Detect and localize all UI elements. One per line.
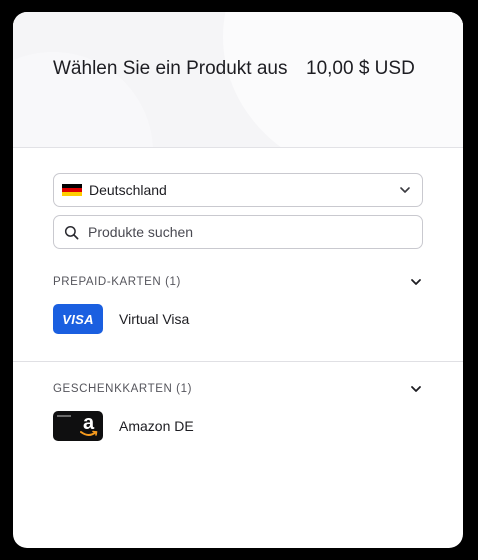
amazon-logo-icon: a [53,411,103,441]
germany-flag-icon [62,184,82,196]
chevron-down-icon [411,386,421,392]
country-select[interactable]: Deutschland [53,173,423,207]
country-select-value: Deutschland [89,182,167,198]
section-divider [13,361,463,362]
amount-label: 10,00 $ USD [306,58,415,79]
search-input[interactable] [88,224,408,240]
card-header: Wählen Sie ein Produkt aus 10,00 $ USD [13,12,463,148]
logo-decoration [57,415,71,417]
product-name: Virtual Visa [119,311,190,327]
search-field[interactable] [53,215,423,249]
section-title: GESCHENKKARTEN (1) [53,383,193,395]
chevron-down-icon [411,279,421,285]
search-icon [64,225,79,239]
product-item-amazon-de[interactable]: a Amazon DE [53,410,423,442]
product-item-virtual-visa[interactable]: VISA Virtual Visa [53,303,423,335]
visa-logo-icon: VISA [53,304,103,334]
section-toggle-gift-cards[interactable]: GESCHENKKARTEN (1) [53,379,423,399]
section-toggle-prepaid-cards[interactable]: PREPAID-KARTEN (1) [53,272,423,292]
product-selection-card: Wählen Sie ein Produkt aus 10,00 $ USD D… [13,12,463,548]
chevron-down-icon [400,187,410,193]
product-name: Amazon DE [119,418,194,434]
page-title: Wählen Sie ein Produkt aus [53,58,288,79]
amazon-smile-icon [80,430,98,436]
visa-logo-text: VISA [62,311,94,327]
section-title: PREPAID-KARTEN (1) [53,276,181,288]
